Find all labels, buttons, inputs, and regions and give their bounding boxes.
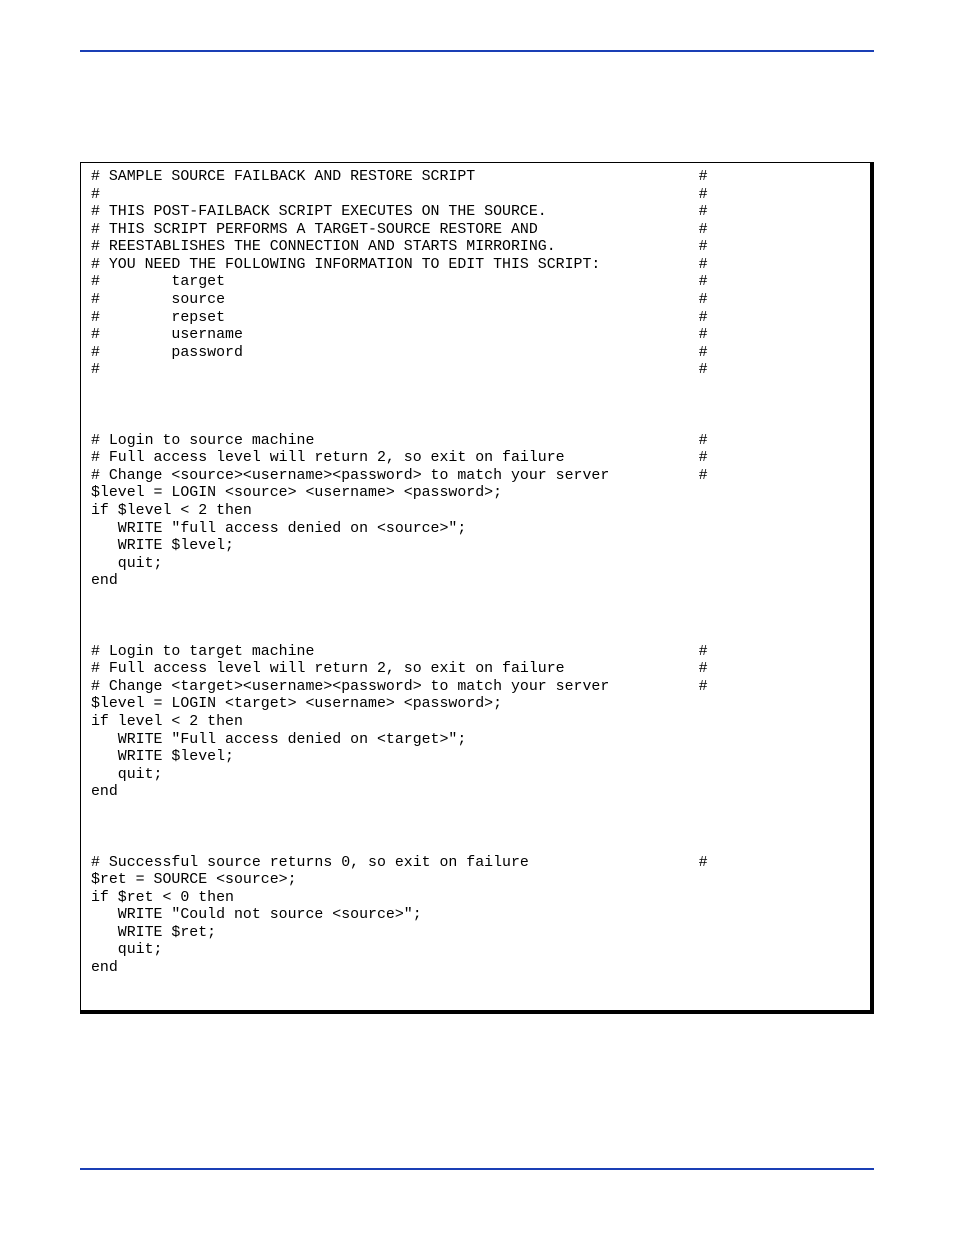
footer-rule [80, 1168, 874, 1170]
script-code: # SAMPLE SOURCE FAILBACK AND RESTORE SCR… [91, 169, 860, 978]
page: # SAMPLE SOURCE FAILBACK AND RESTORE SCR… [0, 0, 954, 1235]
script-code-box: # SAMPLE SOURCE FAILBACK AND RESTORE SCR… [80, 162, 874, 1014]
header-rule [80, 50, 874, 52]
